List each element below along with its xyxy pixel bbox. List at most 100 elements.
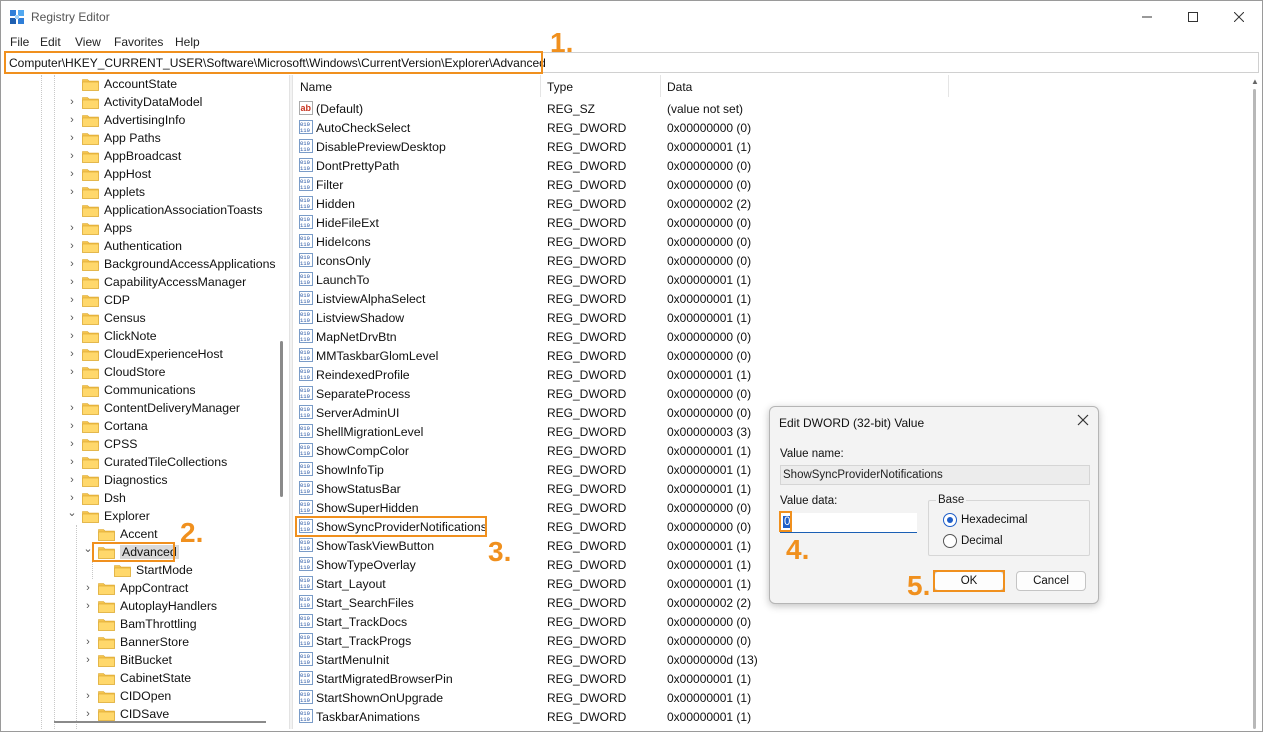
tree-item[interactable]: › Diagnostics xyxy=(66,471,167,489)
tree-item[interactable]: ⌄ Explorer xyxy=(66,507,149,525)
address-bar[interactable]: Computer\HKEY_CURRENT_USER\Software\Micr… xyxy=(4,52,1259,73)
scroll-up-arrow-icon[interactable]: ▲ xyxy=(1250,77,1260,87)
chevron-right-icon[interactable]: › xyxy=(66,114,78,126)
tree-item[interactable]: › AppContract xyxy=(82,579,188,597)
tree-spacer[interactable] xyxy=(82,672,94,684)
value-row[interactable]: 010 110 StartMenuInit REG_DWORD 0x0000000d (… xyxy=(294,650,1249,669)
tree-item[interactable]: › ClickNote xyxy=(66,327,156,345)
tree-item[interactable]: › Apps xyxy=(66,219,132,237)
tree-item[interactable]: › ActivityDataModel xyxy=(66,93,202,111)
value-row[interactable]: 010 110 HideFileExt REG_DWORD 0x00000000 (0) xyxy=(294,213,1249,232)
tree-spacer[interactable] xyxy=(66,204,78,216)
hexadecimal-radio[interactable] xyxy=(943,513,957,527)
chevron-right-icon[interactable]: › xyxy=(82,636,94,648)
value-row[interactable]: 010 110 StartMigratedBrowserPin REG_DWORD 0x… xyxy=(294,669,1249,688)
tree-item[interactable]: StartMode xyxy=(98,561,193,579)
tree-vertical-scrollbar[interactable] xyxy=(280,341,283,497)
tree-item[interactable]: › Authentication xyxy=(66,237,182,255)
value-row[interactable]: 010 110 Hidden REG_DWORD 0x00000002 (2) xyxy=(294,194,1249,213)
list-vertical-scrollbar[interactable]: ▲ xyxy=(1250,75,1260,729)
menu-edit[interactable]: Edit xyxy=(40,35,61,49)
column-header-data[interactable]: Data xyxy=(667,80,692,94)
tree-item[interactable]: › BannerStore xyxy=(82,633,189,651)
tree-spacer[interactable] xyxy=(82,618,94,630)
tree-item[interactable]: › CIDOpen xyxy=(82,687,171,705)
column-separator[interactable] xyxy=(540,75,541,97)
tree-item[interactable]: › Census xyxy=(66,309,146,327)
tree-item[interactable]: › CapabilityAccessManager xyxy=(66,273,246,291)
tree-item[interactable]: › AppHost xyxy=(66,165,151,183)
tree-spacer[interactable] xyxy=(66,78,78,90)
chevron-right-icon[interactable]: › xyxy=(66,366,78,378)
tree-item[interactable]: › BitBucket xyxy=(82,651,172,669)
tree-item[interactable]: › AppBroadcast xyxy=(66,147,181,165)
close-icon[interactable] xyxy=(1076,413,1090,427)
chevron-right-icon[interactable]: › xyxy=(66,168,78,180)
tree-item[interactable]: › CloudStore xyxy=(66,363,165,381)
value-data-input[interactable]: 0 xyxy=(780,513,917,533)
chevron-right-icon[interactable]: › xyxy=(66,456,78,468)
value-row[interactable]: 010 110 DontPrettyPath REG_DWORD 0x00000000 … xyxy=(294,156,1249,175)
value-row[interactable]: 010 110 Filter REG_DWORD 0x00000000 (0) xyxy=(294,175,1249,194)
chevron-right-icon[interactable]: › xyxy=(66,348,78,360)
chevron-right-icon[interactable]: › xyxy=(82,600,94,612)
chevron-right-icon[interactable]: › xyxy=(66,420,78,432)
value-row[interactable]: 010 110 MMTaskbarGlomLevel REG_DWORD 0x00000… xyxy=(294,346,1249,365)
tree-item[interactable]: ⌄ Advanced xyxy=(82,543,179,561)
tree-item[interactable]: ApplicationAssociationToasts xyxy=(66,201,263,219)
chevron-right-icon[interactable]: › xyxy=(82,708,94,720)
tree-item[interactable]: Accent xyxy=(82,525,158,543)
menu-help[interactable]: Help xyxy=(175,35,200,49)
maximize-button[interactable] xyxy=(1170,1,1216,33)
decimal-radio[interactable] xyxy=(943,534,957,548)
column-separator[interactable] xyxy=(660,75,661,97)
column-separator[interactable] xyxy=(948,75,949,97)
scrollbar-thumb[interactable] xyxy=(1253,89,1256,729)
chevron-right-icon[interactable]: › xyxy=(66,492,78,504)
chevron-right-icon[interactable]: › xyxy=(82,654,94,666)
key-tree[interactable]: AccountState › ActivityDataModel › Advertisi… xyxy=(4,75,286,729)
value-row[interactable]: 010 110 ListviewShadow REG_DWORD 0x00000001 … xyxy=(294,308,1249,327)
value-row[interactable]: ab (Default) REG_SZ (value not set) xyxy=(294,99,1249,118)
tree-spacer[interactable] xyxy=(98,564,110,576)
value-row[interactable]: 010 110 SeparateProcess REG_DWORD 0x00000000… xyxy=(294,384,1249,403)
tree-item[interactable]: › Applets xyxy=(66,183,145,201)
menu-file[interactable]: File xyxy=(10,35,29,49)
tree-item[interactable]: › AutoplayHandlers xyxy=(82,597,217,615)
tree-item[interactable]: Communications xyxy=(66,381,196,399)
chevron-right-icon[interactable]: › xyxy=(66,186,78,198)
tree-item[interactable]: › CuratedTileCollections xyxy=(66,453,227,471)
tree-item[interactable]: AccountState xyxy=(66,75,177,93)
tree-item[interactable]: › CDP xyxy=(66,291,130,309)
chevron-right-icon[interactable]: › xyxy=(66,150,78,162)
minimize-button[interactable] xyxy=(1124,1,1170,33)
chevron-right-icon[interactable]: › xyxy=(66,294,78,306)
value-row[interactable]: 010 110 Start_TrackProgs REG_DWORD 0x0000000… xyxy=(294,631,1249,650)
tree-item[interactable]: › Dsh xyxy=(66,489,126,507)
menu-view[interactable]: View xyxy=(75,35,101,49)
value-row[interactable]: 010 110 LaunchTo REG_DWORD 0x00000001 (1) xyxy=(294,270,1249,289)
pane-splitter[interactable] xyxy=(289,75,293,729)
chevron-down-icon[interactable]: ⌄ xyxy=(82,544,94,558)
value-row[interactable]: 010 110 StartShownOnUpgrade REG_DWORD 0x0000… xyxy=(294,688,1249,707)
chevron-right-icon[interactable]: › xyxy=(82,690,94,702)
chevron-right-icon[interactable]: › xyxy=(66,474,78,486)
tree-item[interactable]: › ContentDeliveryManager xyxy=(66,399,240,417)
chevron-down-icon[interactable]: ⌄ xyxy=(66,508,78,522)
tree-item[interactable]: › CloudExperienceHost xyxy=(66,345,223,363)
value-row[interactable]: 010 110 Start_TrackDocs REG_DWORD 0x00000000… xyxy=(294,612,1249,631)
chevron-right-icon[interactable]: › xyxy=(66,330,78,342)
tree-item[interactable]: BamThrottling xyxy=(82,615,197,633)
value-row[interactable]: 010 110 DisablePreviewDesktop REG_DWORD 0x00… xyxy=(294,137,1249,156)
column-header-type[interactable]: Type xyxy=(547,80,573,94)
menu-favorites[interactable]: Favorites xyxy=(114,35,163,49)
cancel-button[interactable]: Cancel xyxy=(1016,571,1086,591)
close-window-button[interactable] xyxy=(1216,1,1262,33)
tree-item[interactable]: › Cortana xyxy=(66,417,148,435)
chevron-right-icon[interactable]: › xyxy=(66,402,78,414)
hexadecimal-label[interactable]: Hexadecimal xyxy=(961,514,1027,526)
chevron-right-icon[interactable]: › xyxy=(66,258,78,270)
tree-item[interactable]: › BackgroundAccessApplications xyxy=(66,255,275,273)
chevron-right-icon[interactable]: › xyxy=(66,312,78,324)
value-row[interactable]: 010 110 MapNetDrvBtn REG_DWORD 0x00000000 (0… xyxy=(294,327,1249,346)
